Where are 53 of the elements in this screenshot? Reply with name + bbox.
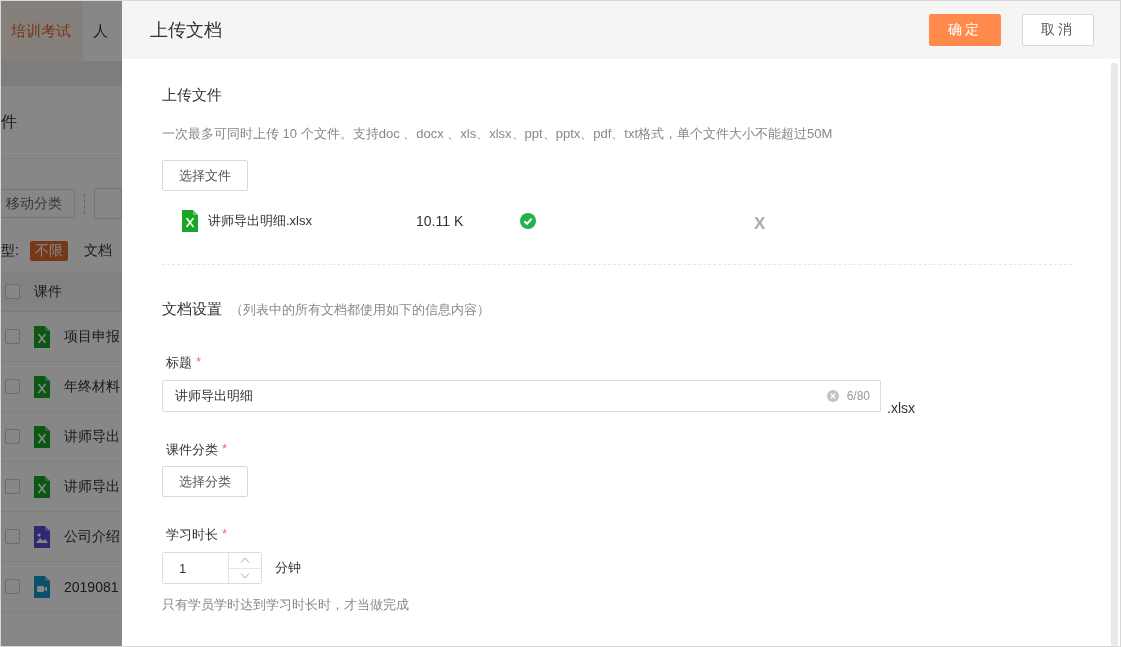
file-name: 讲师导出 bbox=[64, 477, 120, 496]
filter-option[interactable]: 文档 bbox=[78, 241, 117, 261]
choose-file-button[interactable]: 选择文件 bbox=[162, 160, 248, 191]
field-label: 标题 bbox=[166, 354, 192, 372]
section-note: （列表中的所有文档都使用如下的信息内容） bbox=[230, 301, 490, 319]
duration-unit: 分钟 bbox=[275, 559, 301, 577]
drawer-title: 上传文档 bbox=[150, 19, 223, 42]
cancel-button[interactable]: 取消 bbox=[1022, 14, 1094, 46]
field-label: 课件分类 bbox=[166, 441, 218, 459]
upload-hint: 一次最多可同时上传 10 个文件。支持doc 、docx 、xls、xlsx、ppt、pptx、pdf、txt格式，单个文件大小不能超过50M bbox=[162, 125, 833, 143]
file-name: 公司介绍 bbox=[64, 527, 120, 546]
required-mark: * bbox=[222, 526, 228, 543]
nav-tab[interactable]: 人 bbox=[83, 1, 120, 61]
checkbox[interactable] bbox=[5, 529, 20, 544]
section-heading: 文档设置 bbox=[162, 300, 222, 319]
checkbox[interactable] bbox=[5, 429, 20, 444]
clear-icon bbox=[826, 390, 839, 402]
scrollbar[interactable] bbox=[1111, 63, 1118, 646]
file-name: 年终材料 bbox=[64, 377, 120, 396]
toolbar-button[interactable]: 移动分类 bbox=[1, 189, 75, 218]
checkbox[interactable] bbox=[5, 479, 20, 494]
image-file-icon bbox=[34, 525, 50, 548]
file-extension: .xlsx bbox=[887, 400, 915, 416]
duration-input[interactable]: 1 bbox=[162, 552, 262, 584]
spreadsheet-icon bbox=[34, 325, 50, 348]
checkbox[interactable] bbox=[5, 329, 20, 344]
decrement-caret-icon bbox=[240, 572, 250, 579]
page-title: 件 bbox=[1, 111, 17, 132]
file-name: 讲师导出明细.xlsx bbox=[208, 212, 313, 230]
spreadsheet-icon bbox=[34, 425, 50, 448]
required-mark: * bbox=[196, 354, 202, 371]
filter-option[interactable]: 不限 bbox=[29, 241, 68, 261]
file-name: 项目申报 bbox=[64, 327, 120, 346]
column-header: 课件 bbox=[34, 282, 62, 301]
spreadsheet-icon bbox=[182, 210, 198, 232]
increment-caret-icon bbox=[240, 557, 250, 564]
file-name: 2019081 bbox=[64, 578, 119, 595]
choose-category-button[interactable]: 选择分类 bbox=[162, 466, 248, 497]
required-mark: * bbox=[222, 441, 228, 458]
filter-label: 型: bbox=[1, 242, 19, 260]
section-heading: 上传文件 bbox=[162, 86, 222, 105]
checkbox[interactable] bbox=[5, 579, 20, 594]
duration-hint: 只有学员学时达到学习时长时，才当做完成 bbox=[162, 596, 409, 614]
file-size: 10.11 K bbox=[416, 213, 465, 229]
video-file-icon bbox=[34, 575, 50, 598]
checkbox[interactable] bbox=[5, 284, 20, 299]
field-label: 学习时长 bbox=[166, 526, 218, 544]
checkbox[interactable] bbox=[5, 379, 20, 394]
character-counter: 6/80 bbox=[846, 389, 870, 403]
spreadsheet-icon bbox=[34, 375, 50, 398]
spreadsheet-icon bbox=[34, 475, 50, 498]
file-name: 讲师导出 bbox=[64, 427, 120, 446]
title-input[interactable]: 讲师导出明细 6/80 bbox=[162, 380, 881, 412]
